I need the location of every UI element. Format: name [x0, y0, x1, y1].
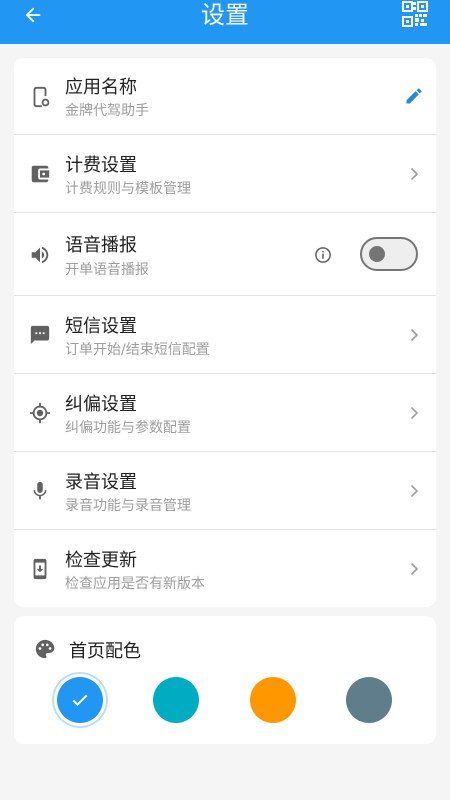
toggle-knob — [369, 246, 385, 262]
chevron-right-icon — [410, 167, 419, 181]
qr-code-icon — [402, 1, 428, 27]
color-swatch-blue[interactable] — [57, 677, 103, 723]
pencil-icon[interactable] — [404, 86, 424, 106]
home-color-label: 首页配色 — [69, 641, 141, 662]
crosshair-icon — [28, 401, 52, 425]
setting-subtitle: 检查应用是否有新版本 — [65, 576, 205, 592]
chevron-right-icon — [410, 328, 419, 342]
setting-subtitle: 金牌代驾助手 — [65, 103, 149, 119]
setting-title: 应用名称 — [65, 77, 137, 98]
wallet-icon — [28, 162, 52, 186]
setting-sms[interactable]: 短信设置 订单开始/结束短信配置 — [14, 296, 436, 374]
color-swatch-blue-grey[interactable] — [346, 677, 392, 723]
setting-subtitle: 纠偏功能与参数配置 — [65, 420, 191, 436]
color-swatch-cyan[interactable] — [153, 677, 199, 723]
home-color-card: 首页配色 — [14, 616, 436, 744]
checkmark-icon — [72, 694, 88, 706]
microphone-icon — [28, 479, 52, 503]
setting-title: 录音设置 — [65, 472, 137, 493]
chevron-right-icon — [410, 484, 419, 498]
setting-title: 纠偏设置 — [65, 394, 137, 415]
setting-title: 计费设置 — [65, 155, 137, 176]
phone-download-icon — [28, 557, 52, 581]
page-title: 设置 — [201, 1, 249, 29]
setting-title: 短信设置 — [65, 316, 137, 337]
info-icon[interactable] — [314, 246, 332, 264]
qr-code-button[interactable] — [402, 1, 428, 27]
message-icon — [28, 323, 52, 347]
setting-subtitle: 订单开始/结束短信配置 — [65, 342, 210, 358]
setting-app-name[interactable]: 应用名称 金牌代驾助手 — [14, 58, 436, 135]
app-bar: 设置 — [0, 0, 450, 44]
setting-voice-broadcast: 语音播报 开单语音播报 — [14, 213, 436, 296]
setting-title: 语音播报 — [65, 235, 137, 256]
setting-billing[interactable]: 计费设置 计费规则与模板管理 — [14, 135, 436, 213]
setting-check-update[interactable]: 检查更新 检查应用是否有新版本 — [14, 530, 436, 607]
palette-icon — [35, 639, 55, 659]
app-phone-gear-icon — [28, 85, 52, 109]
settings-card: 应用名称 金牌代驾助手 计费设置 计费规则与模板管理 语音播报 开单语音播报 短… — [14, 58, 436, 607]
setting-subtitle: 开单语音播报 — [65, 262, 149, 278]
color-swatch-orange[interactable] — [250, 677, 296, 723]
voice-broadcast-toggle[interactable] — [360, 237, 418, 271]
chevron-right-icon — [410, 562, 419, 576]
setting-subtitle: 计费规则与模板管理 — [65, 181, 191, 197]
chevron-right-icon — [410, 406, 419, 420]
setting-correction[interactable]: 纠偏设置 纠偏功能与参数配置 — [14, 374, 436, 452]
speaker-icon — [28, 243, 52, 267]
setting-subtitle: 录音功能与录音管理 — [65, 498, 191, 514]
setting-title: 检查更新 — [65, 550, 137, 571]
setting-recording[interactable]: 录音设置 录音功能与录音管理 — [14, 452, 436, 530]
